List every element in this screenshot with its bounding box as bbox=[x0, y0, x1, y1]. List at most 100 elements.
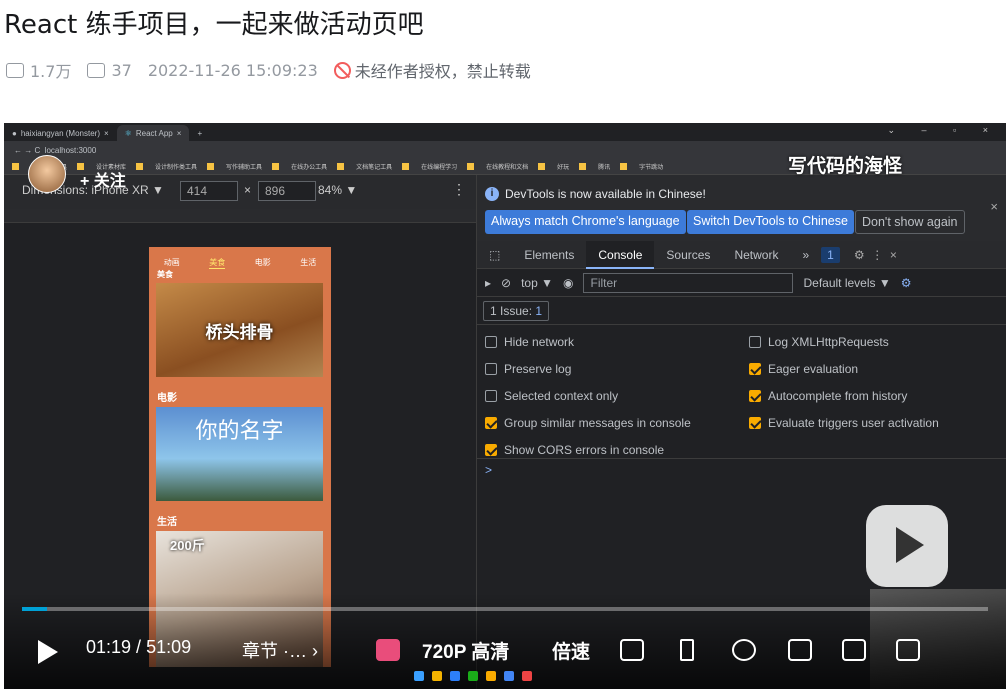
checkbox[interactable] bbox=[749, 336, 761, 348]
bookmark-item[interactable]: 腾讯 bbox=[598, 162, 610, 171]
tab-console[interactable]: Console bbox=[586, 240, 655, 269]
close-icon[interactable]: × bbox=[990, 199, 998, 214]
progress-bar[interactable] bbox=[22, 607, 988, 611]
speed-button[interactable]: 倍速 bbox=[552, 637, 590, 664]
windows-icon[interactable] bbox=[414, 671, 424, 681]
console-settings-icon[interactable]: ⚙ bbox=[901, 276, 912, 290]
bookmark-item[interactable]: 在线教程和文档 bbox=[486, 162, 528, 171]
window-controls[interactable]: ⌄ – ▫ × bbox=[888, 125, 1001, 136]
context-select[interactable]: top ▼ bbox=[521, 276, 553, 290]
close-icon[interactable]: × bbox=[104, 129, 109, 138]
nav-item-active[interactable]: 美食 bbox=[209, 257, 226, 269]
settings-icon[interactable] bbox=[732, 639, 756, 661]
checkbox[interactable] bbox=[749, 363, 761, 375]
checkbox[interactable] bbox=[485, 390, 497, 402]
url-text[interactable]: localhost:3000 bbox=[45, 146, 97, 155]
bookmark-item[interactable]: 文档笔记工具 bbox=[356, 162, 392, 171]
issues-button[interactable]: 1 Issue: 1 bbox=[483, 301, 550, 321]
console-option[interactable]: Selected context only bbox=[485, 389, 618, 403]
bookmark-item[interactable]: 写作辅助工具 bbox=[226, 162, 262, 171]
tab-elements[interactable]: Elements bbox=[512, 241, 586, 269]
nav-item[interactable]: 电影 bbox=[255, 257, 271, 269]
app-icon[interactable] bbox=[450, 671, 460, 681]
devtools-language-notice: i DevTools is now available in Chinese! … bbox=[477, 175, 1006, 241]
more-icon[interactable]: ⋮ bbox=[452, 181, 466, 198]
browser-tab-active[interactable]: ⚛ React App × bbox=[116, 125, 190, 141]
console-prompt[interactable]: > bbox=[485, 463, 492, 477]
bookmark-item[interactable]: 好玩 bbox=[557, 162, 569, 171]
zoom-select[interactable]: 84% ▼ bbox=[318, 183, 357, 197]
copyright-notice: 未经作者授权，禁止转载 bbox=[333, 58, 531, 82]
close-icon[interactable]: × bbox=[177, 129, 182, 138]
pip-icon[interactable] bbox=[788, 639, 812, 661]
bookmark-item[interactable]: 设计制作类工具 bbox=[155, 162, 197, 171]
console-option[interactable]: Eager evaluation bbox=[749, 362, 858, 376]
eye-icon[interactable]: ◉ bbox=[563, 276, 573, 290]
big-play-icon[interactable] bbox=[866, 505, 948, 587]
current-time: 01:19 bbox=[86, 637, 132, 657]
nav-item[interactable]: 生活 bbox=[300, 257, 316, 269]
option-label: Hide network bbox=[504, 335, 575, 349]
filter-input[interactable]: Filter bbox=[583, 272, 794, 293]
chrome-icon[interactable] bbox=[486, 671, 496, 681]
volume-icon[interactable] bbox=[680, 639, 694, 661]
danmaku-off-icon[interactable] bbox=[620, 639, 644, 661]
times-sign: × bbox=[244, 183, 252, 197]
video-player[interactable]: ● haixiangyan (Monster) × ⚛ React App × + ⌄ … bbox=[4, 123, 1006, 689]
more-tabs-icon[interactable]: » bbox=[790, 241, 821, 269]
folder-icon bbox=[467, 163, 475, 170]
quality-button[interactable]: 720P 高清 bbox=[422, 637, 509, 664]
app-icon[interactable] bbox=[522, 671, 532, 681]
console-option[interactable]: Hide network bbox=[485, 335, 574, 349]
checkbox[interactable] bbox=[749, 417, 761, 429]
issues-badge[interactable]: 1 bbox=[821, 246, 840, 263]
checkbox[interactable] bbox=[749, 390, 761, 402]
folder-icon bbox=[538, 163, 546, 170]
follow-button[interactable]: + 关注 bbox=[80, 167, 126, 191]
wechat-icon[interactable] bbox=[468, 671, 478, 681]
height-input[interactable]: 896 bbox=[258, 181, 316, 201]
checkbox[interactable] bbox=[485, 336, 497, 348]
up-avatar[interactable] bbox=[28, 155, 66, 193]
checkbox[interactable] bbox=[485, 363, 497, 375]
console-option[interactable]: Show CORS errors in console bbox=[485, 443, 664, 457]
console-option[interactable]: Evaluate triggers user activation bbox=[749, 416, 939, 430]
checkbox[interactable] bbox=[485, 417, 497, 429]
fullscreen-icon[interactable] bbox=[896, 639, 920, 661]
vscode-icon[interactable] bbox=[504, 671, 514, 681]
nav-item[interactable]: 动画 bbox=[164, 257, 180, 269]
folder-icon bbox=[620, 163, 628, 170]
new-tab-button[interactable]: + bbox=[189, 125, 210, 141]
section-title-food: 美食 bbox=[157, 270, 173, 279]
movie-card[interactable]: 你的名字 bbox=[156, 407, 323, 501]
sidebar-toggle-icon[interactable]: ▸ bbox=[485, 276, 491, 290]
console-option[interactable]: Log XMLHttpRequests bbox=[749, 335, 889, 349]
tab-sources[interactable]: Sources bbox=[654, 241, 722, 269]
devtools-tabs: ⬚ Elements Console Sources Network » 1 ⚙… bbox=[477, 240, 1006, 269]
play-icon[interactable] bbox=[38, 640, 58, 664]
bookmark-item[interactable]: 字节跳动 bbox=[639, 162, 663, 171]
levels-select[interactable]: Default levels ▼ bbox=[803, 276, 890, 290]
console-option[interactable]: Preserve log bbox=[485, 362, 571, 376]
widescreen-icon[interactable] bbox=[842, 639, 866, 661]
tab-network[interactable]: Network bbox=[722, 241, 790, 269]
checkbox[interactable] bbox=[485, 444, 497, 456]
bookmark-item[interactable]: 在线编程学习 bbox=[421, 162, 457, 171]
console-option[interactable]: Group similar messages in console bbox=[485, 416, 691, 430]
width-input[interactable]: 414 bbox=[180, 181, 238, 201]
console-option[interactable]: Autocomplete from history bbox=[749, 389, 907, 403]
video-meta: 1.7万 37 2022-11-26 15:09:23 未经作者授权，禁止转载 bbox=[6, 58, 531, 82]
dont-show-button[interactable]: Don't show again bbox=[855, 210, 965, 234]
folder-icon[interactable] bbox=[432, 671, 442, 681]
food-card[interactable]: 桥头排骨 bbox=[156, 283, 323, 377]
browser-tab[interactable]: ● haixiangyan (Monster) × bbox=[4, 125, 117, 141]
nav-arrows-icon[interactable]: ← → C bbox=[14, 146, 45, 155]
subtitle-ai-icon[interactable] bbox=[376, 639, 400, 661]
inspect-icon[interactable]: ⬚ bbox=[477, 241, 512, 269]
settings-icon[interactable]: ⚙ ⋮ × bbox=[854, 248, 897, 262]
clear-console-icon[interactable]: ⊘ bbox=[501, 276, 511, 290]
chapter-button[interactable]: 章节 ·… › bbox=[242, 637, 318, 663]
switch-chinese-button[interactable]: Switch DevTools to Chinese bbox=[687, 210, 854, 234]
bookmark-item[interactable]: 在线办公工具 bbox=[291, 162, 327, 171]
match-language-button[interactable]: Always match Chrome's language bbox=[485, 210, 686, 234]
